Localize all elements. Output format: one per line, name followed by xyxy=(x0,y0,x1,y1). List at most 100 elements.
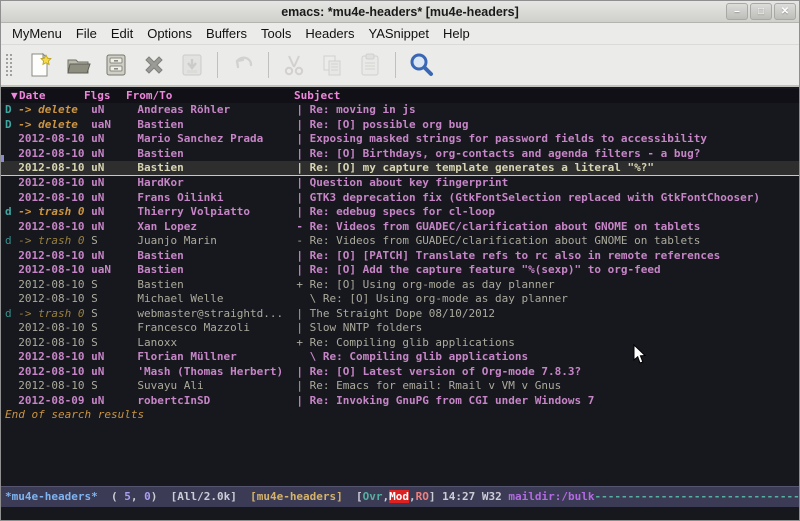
fringe-cursor-marker xyxy=(1,155,4,162)
mode-line-segment: ( xyxy=(98,490,125,503)
mode-line-segment: 14:27 W32 xyxy=(442,490,508,503)
message-subject: | Re: Emacs for email: Rmail v VM v Gnus xyxy=(296,379,799,394)
message-flags: uN xyxy=(91,394,137,409)
message-from: Bastien xyxy=(137,161,296,175)
column-header-fromto[interactable]: From/To xyxy=(126,89,172,103)
message-row[interactable]: 2012-08-10uNXan Lopez- Re: Videos from G… xyxy=(1,220,799,235)
menu-item-help[interactable]: Help xyxy=(436,24,477,43)
message-date: 2012-08-10 xyxy=(18,321,91,336)
message-subject: | The Straight Dope 08/10/2012 xyxy=(296,307,799,322)
message-flags: S xyxy=(91,278,137,293)
message-mark xyxy=(5,336,18,351)
new-file-icon[interactable] xyxy=(21,49,59,81)
menu-item-file[interactable]: File xyxy=(69,24,104,43)
message-row[interactable]: 2012-08-10SMichael Welle \ Re: [O] Using… xyxy=(1,292,799,307)
message-row[interactable]: D-> deleteuNAndreas Röhler| Re: moving i… xyxy=(1,103,799,118)
mode-line-segment: RO xyxy=(416,490,429,503)
message-row[interactable]: 2012-08-09uNrobertcInSD| Re: Invoking Gn… xyxy=(1,394,799,409)
message-row[interactable]: 2012-08-10uNBastien| Re: [O] Birthdays, … xyxy=(1,147,799,162)
mode-line-segment: [ xyxy=(343,490,363,503)
close-button[interactable]: ✕ xyxy=(774,3,796,20)
sort-descending-icon[interactable]: ▼ xyxy=(11,89,18,103)
message-row[interactable]: 2012-08-10uNBastien| Re: [O] [PATCH] Tra… xyxy=(1,249,799,264)
message-row[interactable]: 2012-08-10uaNBastien| Re: [O] Add the ca… xyxy=(1,263,799,278)
message-date: 2012-08-10 xyxy=(18,278,91,293)
message-row[interactable]: 2012-08-10uNMario Sanchez Prada| Exposin… xyxy=(1,132,799,147)
message-flags: S xyxy=(91,307,137,322)
message-mark xyxy=(5,278,18,293)
open-file-icon[interactable] xyxy=(59,49,97,81)
mu4e-headers-buffer[interactable]: ▼ Date Flgs From/To Subject D-> deleteuNAnd… xyxy=(1,89,799,486)
message-subject: + Re: Compiling glib applications xyxy=(296,336,799,351)
menu-item-headers[interactable]: Headers xyxy=(298,24,361,43)
message-from: Frans Oilinki xyxy=(137,191,296,206)
message-row[interactable]: d-> trash 0uNThierry Volpiatto| Re: edeb… xyxy=(1,205,799,220)
toolbar-separator xyxy=(217,52,218,78)
message-mark: d xyxy=(5,205,18,220)
save-icon[interactable] xyxy=(97,49,135,81)
message-row[interactable]: 2012-08-10uNBastien| Re: [O] my capture … xyxy=(1,161,799,176)
message-mark: D xyxy=(5,118,18,133)
message-mark xyxy=(5,147,18,162)
menu-item-buffers[interactable]: Buffers xyxy=(199,24,254,43)
menu-item-edit[interactable]: Edit xyxy=(104,24,140,43)
message-flags: uN xyxy=(91,161,137,175)
mode-line-segment: , xyxy=(131,490,144,503)
message-date: 2012-08-10 xyxy=(18,176,91,191)
message-from: Bastien xyxy=(137,263,296,278)
undo-icon xyxy=(224,49,262,81)
menu-item-yasnippet[interactable]: YASnippet xyxy=(361,24,435,43)
message-from: Lanoxx xyxy=(137,336,296,351)
menu-item-options[interactable]: Options xyxy=(140,24,199,43)
message-row[interactable]: 2012-08-10SLanoxx+ Re: Compiling glib ap… xyxy=(1,336,799,351)
maximize-button[interactable]: □ xyxy=(750,3,772,20)
message-row[interactable]: 2012-08-10uNFrans Oilinki| GTK3 deprecat… xyxy=(1,191,799,206)
message-from: Juanjo Marin xyxy=(137,234,296,249)
echo-area[interactable] xyxy=(1,507,799,520)
search-icon[interactable] xyxy=(402,49,440,81)
close-buffer-icon[interactable] xyxy=(135,49,173,81)
message-row[interactable]: d-> trash 0Swebmaster@straightd...| The … xyxy=(1,307,799,322)
minimize-button[interactable]: – xyxy=(726,3,748,20)
message-from: webmaster@straightd... xyxy=(137,307,296,322)
message-date: 2012-08-10 xyxy=(18,379,91,394)
emacs-window: { "window": { "title": "emacs: *mu4e-hea… xyxy=(0,0,800,521)
cut-icon xyxy=(275,49,313,81)
message-row[interactable]: d-> trash 0SJuanjo Marin- Re: Videos fro… xyxy=(1,234,799,249)
mode-line-segment: [mu4e-headers] xyxy=(250,490,343,503)
message-flags: S xyxy=(91,292,137,307)
message-flags: uN xyxy=(91,249,137,264)
message-row[interactable]: 2012-08-10uNFlorian Müllner \ Re: Compil… xyxy=(1,350,799,365)
mode-line-segment: , xyxy=(409,490,416,503)
message-subject: | Re: [O] Latest version of Org-mode 7.8… xyxy=(296,365,799,380)
mode-line: *mu4e-headers* ( 5, 0) [All/2.0k] [mu4e-… xyxy=(1,486,799,507)
titlebar[interactable]: emacs: *mu4e-headers* [mu4e-headers] –□✕ xyxy=(1,1,799,23)
message-mark xyxy=(5,132,18,147)
column-header-subject[interactable]: Subject xyxy=(294,89,340,103)
column-header-date[interactable]: Date xyxy=(19,89,46,103)
window-title: emacs: *mu4e-headers* [mu4e-headers] xyxy=(281,5,519,19)
mode-line-segment xyxy=(237,490,250,503)
toolbar-drag-handle[interactable] xyxy=(4,52,13,78)
message-row[interactable]: 2012-08-10SSuvayu Ali| Re: Emacs for ema… xyxy=(1,379,799,394)
message-from: Bastien xyxy=(137,118,296,133)
menu-item-tools[interactable]: Tools xyxy=(254,24,298,43)
message-subject: | Re: [O] Add the capture feature "%(sex… xyxy=(296,263,799,278)
message-row[interactable]: D-> deleteuaNBastien| Re: [O] possible o… xyxy=(1,118,799,133)
message-row[interactable]: 2012-08-10SFrancesco Mazzoli| Slow NNTP … xyxy=(1,321,799,336)
message-subject: - Re: Videos from GUADEC/clarification a… xyxy=(296,220,799,235)
message-date: 2012-08-10 xyxy=(18,147,91,162)
message-date: 2012-08-10 xyxy=(18,336,91,351)
mode-line-segment: -------------------------------- xyxy=(595,490,800,503)
message-row[interactable]: 2012-08-10uNHardKor| Question about key … xyxy=(1,176,799,191)
mouse-cursor xyxy=(633,344,647,365)
message-mark: D xyxy=(5,103,18,118)
message-flags: uN xyxy=(91,147,137,162)
menu-item-mymenu[interactable]: MyMenu xyxy=(5,24,69,43)
message-row[interactable]: 2012-08-10uN'Mash (Thomas Herbert)| Re: … xyxy=(1,365,799,380)
message-flags: uN xyxy=(91,132,137,147)
column-header-flgs[interactable]: Flgs xyxy=(84,89,111,103)
message-row[interactable]: 2012-08-10SBastien+ Re: [O] Using org-mo… xyxy=(1,278,799,293)
message-flags: uN xyxy=(91,205,137,220)
message-mark xyxy=(5,394,18,409)
